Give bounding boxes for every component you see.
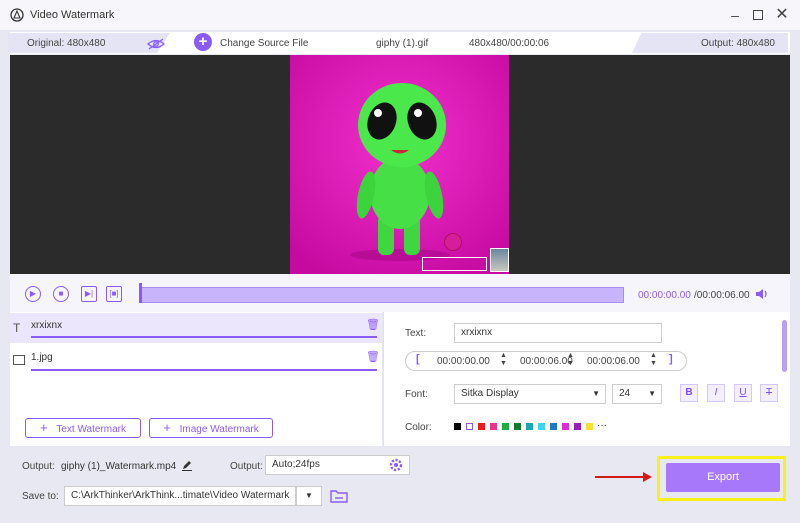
save-path-field[interactable]: C:\ArkThinker\ArkThink...timate\Video Wa…: [64, 486, 296, 506]
strikethrough-button[interactable]: T: [760, 384, 778, 402]
text-type-icon: T: [13, 321, 21, 335]
add-text-watermark-button[interactable]: + Text Watermark: [25, 418, 141, 438]
change-source-plus-icon[interactable]: +: [194, 33, 212, 51]
minimize-icon[interactable]: –: [726, 6, 744, 24]
font-select[interactable]: Sitka Display ▼: [454, 384, 606, 404]
color-swatch[interactable]: [550, 423, 557, 430]
color-swatch[interactable]: [490, 423, 497, 430]
source-info: 480x480/00:00:06: [469, 38, 550, 49]
font-size-select[interactable]: 24 ▼: [612, 384, 662, 404]
gear-icon[interactable]: [389, 458, 403, 472]
save-to-label: Save to:: [22, 491, 59, 502]
color-swatch[interactable]: [466, 423, 473, 430]
watermark-label[interactable]: 1.jpg: [31, 352, 53, 363]
underline-button[interactable]: U: [734, 384, 752, 402]
rotate-handle-icon[interactable]: [444, 233, 462, 251]
close-icon[interactable]: ✕: [773, 6, 791, 24]
change-source-button[interactable]: Change Source File: [220, 38, 308, 49]
source-filename: giphy (1).gif: [376, 38, 429, 49]
image-watermark-label: Image Watermark: [179, 424, 259, 435]
scrollbar[interactable]: [782, 320, 787, 372]
trash-icon[interactable]: 🗑: [366, 350, 380, 363]
duration-stepper-icon[interactable]: ▲ ▼: [650, 352, 657, 368]
output-filename: giphy (1)_Watermark.mp4: [61, 461, 177, 472]
font-size-value: 24: [619, 388, 631, 399]
color-swatch[interactable]: [586, 423, 593, 430]
annotation-arrow: [595, 476, 645, 478]
timeline-track[interactable]: [140, 287, 624, 303]
more-colors-button[interactable]: ···: [597, 420, 607, 431]
text-watermark-label: Text Watermark: [56, 424, 126, 435]
start-bracket-icon[interactable]: [: [416, 353, 420, 365]
volume-icon[interactable]: [755, 288, 769, 300]
watermark-image-thumbnail[interactable]: [490, 248, 509, 272]
watermark-underline: [31, 336, 377, 338]
title-bar: [0, 0, 800, 30]
color-swatch[interactable]: [454, 423, 461, 430]
text-input[interactable]: xrxixnx: [454, 323, 662, 343]
color-label: Color:: [405, 422, 432, 433]
end-time-stepper-icon[interactable]: ▲ ▼: [567, 352, 574, 368]
app-logo-icon: [10, 8, 24, 22]
video-frame: [290, 55, 509, 274]
watermark-text-box[interactable]: [422, 257, 487, 271]
color-swatch[interactable]: [562, 423, 569, 430]
chevron-down-icon: ▼: [305, 491, 313, 500]
next-frame-icon[interactable]: ▶|: [81, 286, 97, 302]
add-image-watermark-button[interactable]: + Image Watermark: [149, 418, 273, 438]
output-size: Output: 480x480: [701, 38, 775, 49]
original-size: Original: 480x480: [27, 38, 106, 49]
color-swatch[interactable]: [526, 423, 533, 430]
watermark-underline: [31, 369, 377, 371]
color-swatch[interactable]: [574, 423, 581, 430]
output-label: Output:: [22, 461, 55, 472]
play-icon[interactable]: ▶: [25, 286, 41, 302]
total-time: /00:00:06.00: [694, 290, 750, 301]
end-time-input[interactable]: 00:00:06.00: [520, 356, 573, 367]
annotation-arrow-head: [643, 472, 652, 482]
color-swatch[interactable]: [502, 423, 509, 430]
color-swatch[interactable]: [514, 423, 521, 430]
folder-icon[interactable]: [330, 489, 348, 503]
maximize-icon[interactable]: [749, 6, 767, 24]
plus-icon: +: [39, 420, 48, 435]
start-time-input[interactable]: 00:00:00.00: [437, 356, 490, 367]
font-name: Sitka Display: [461, 388, 519, 399]
alien-character-image: [290, 55, 509, 274]
save-path-dropdown[interactable]: ▼: [296, 486, 322, 506]
font-label: Font:: [405, 389, 428, 400]
plus-icon: +: [163, 420, 171, 435]
stop-icon[interactable]: ■: [53, 286, 69, 302]
watermark-label: xrxixnx: [31, 320, 63, 331]
bold-button[interactable]: B: [680, 384, 698, 402]
chevron-down-icon: ▼: [592, 389, 600, 398]
end-bracket-icon[interactable]: ]: [669, 353, 673, 365]
trash-icon[interactable]: 🗑: [366, 318, 380, 331]
color-swatch[interactable]: [478, 423, 485, 430]
eye-hidden-icon[interactable]: [147, 38, 165, 50]
window-title: Video Watermark: [30, 9, 115, 21]
loop-icon[interactable]: [■]: [106, 286, 122, 302]
list-item[interactable]: [10, 313, 382, 343]
start-time-stepper-icon[interactable]: ▲ ▼: [500, 352, 507, 368]
chevron-down-icon: ▼: [648, 389, 656, 398]
export-button[interactable]: Export: [666, 463, 780, 492]
duration-input[interactable]: 00:00:06.00: [587, 356, 640, 367]
playhead[interactable]: [139, 283, 142, 303]
output-settings-label: Output:: [230, 461, 263, 472]
edit-pencil-icon[interactable]: [181, 459, 193, 471]
current-time: 00:00:00.00: [638, 290, 691, 301]
italic-button[interactable]: I: [707, 384, 725, 402]
color-swatch[interactable]: [538, 423, 545, 430]
text-label: Text:: [405, 328, 427, 339]
image-type-icon: [13, 355, 25, 365]
